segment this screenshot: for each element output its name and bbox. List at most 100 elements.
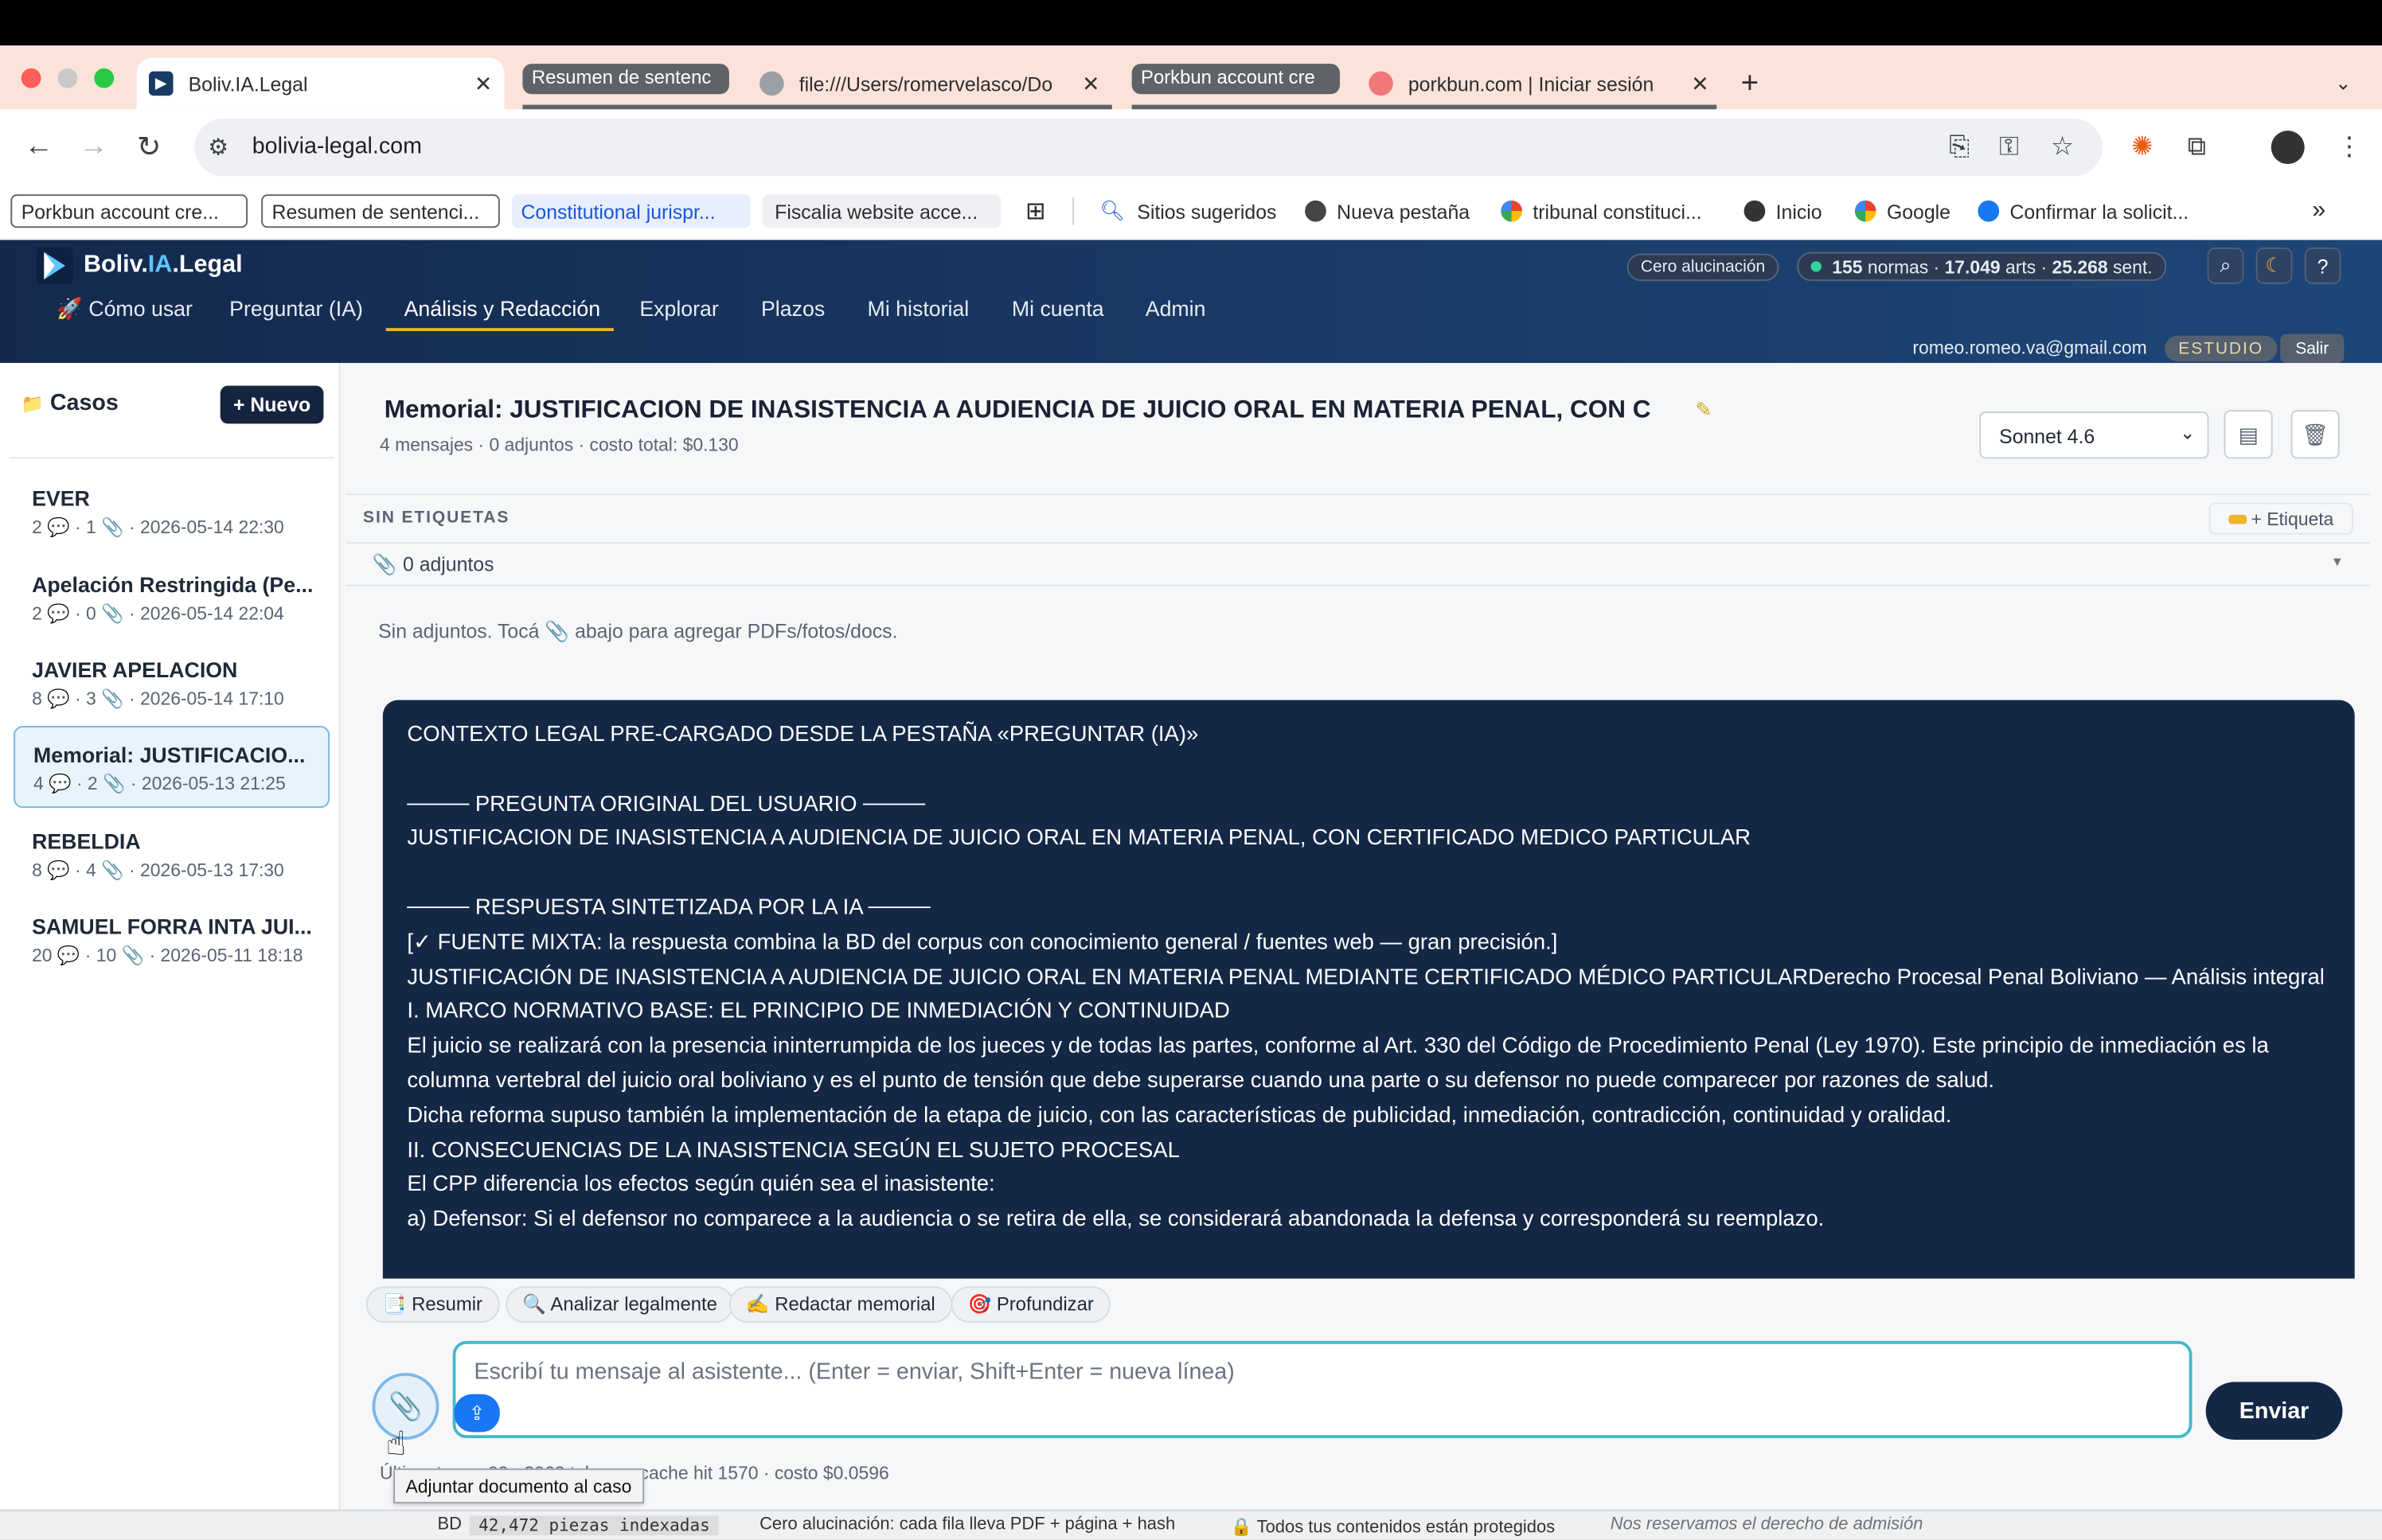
nav-mi-historial[interactable]: Mi historial xyxy=(868,296,970,321)
reload-icon[interactable]: ↻ xyxy=(137,131,161,166)
send-button[interactable]: Enviar xyxy=(2205,1382,2343,1440)
chrome-icon xyxy=(1305,200,1326,222)
case-meta: 8 💬 · 4 📎 · 2026-05-13 17:30 xyxy=(32,860,284,881)
message-line xyxy=(407,753,2330,788)
case-title: Apelación Restringida (Pe... xyxy=(32,572,314,597)
upload-arrow-icon[interactable]: ⇪ xyxy=(454,1394,500,1433)
case-item-selected[interactable]: Memorial: JUSTIFICACIO... 4 💬 · 2 📎 · 202… xyxy=(14,726,330,809)
logout-button[interactable]: Salir xyxy=(2280,333,2345,364)
bookmark-google[interactable]: Google xyxy=(1854,194,1951,228)
new-tab-button[interactable]: + xyxy=(1741,58,1778,110)
close-tab-icon[interactable]: ✕ xyxy=(474,71,492,96)
tab-group-porkbun[interactable]: Porkbun account cre xyxy=(1131,64,1340,95)
save-icon[interactable]: ▤ xyxy=(2224,410,2273,459)
google-icon xyxy=(1501,200,1522,222)
case-item[interactable]: Apelación Restringida (Pe... 2 💬 · 0 📎 · … xyxy=(14,557,330,639)
apps-grid-icon[interactable]: ⊞ xyxy=(1025,194,1046,228)
case-item[interactable]: SAMUEL FORRA INTA JUI... 20 💬 · 10 📎 · 20… xyxy=(14,899,330,981)
bookmark-star-icon[interactable]: ☆ xyxy=(2051,132,2074,162)
password-key-icon[interactable]: ⚿ xyxy=(1999,132,2019,162)
more-bookmarks-button[interactable]: » xyxy=(2312,194,2325,228)
attachments-toggle[interactable]: 📎 0 adjuntos xyxy=(372,553,494,578)
dark-mode-moon-icon[interactable]: ☾ xyxy=(2255,248,2293,284)
boliv-logo-icon xyxy=(36,248,73,284)
minimize-window-button[interactable] xyxy=(57,68,78,88)
message-input[interactable] xyxy=(474,1359,2161,1386)
message-line: a) Defensor: Si el defensor no comparece… xyxy=(407,1207,1825,1232)
tab-boliv-ia-legal[interactable]: ▶ Boliv.IA.Legal ✕ xyxy=(136,57,505,110)
tab-file[interactable]: file:///Users/romervelasco/Do ✕ xyxy=(748,58,1112,110)
nav-explorar[interactable]: Explorar xyxy=(639,296,718,321)
bookmark-nueva-pestana[interactable]: Nueva pestaña xyxy=(1305,194,1470,228)
deepen-button[interactable]: 🎯 Profundizar xyxy=(951,1286,1111,1324)
bookmark-label: Nueva pestaña xyxy=(1337,199,1470,223)
bookmark-confirmar[interactable]: Confirmar la solicit... xyxy=(1978,194,2189,228)
case-title: REBELDIA xyxy=(32,828,141,854)
nav-analisis-redaccion[interactable]: Análisis y Redacción xyxy=(404,296,600,321)
message-line: I. MARCO NORMATIVO BASE: EL PRINCIPIO DE… xyxy=(407,1000,1230,1024)
profile-avatar[interactable] xyxy=(2271,131,2305,165)
draft-memorial-button[interactable]: ✍️ Redactar memorial xyxy=(728,1286,952,1324)
install-app-icon[interactable]: ⎘ xyxy=(1949,132,1970,162)
model-select[interactable]: Sonnet 4.6 ⌄ xyxy=(1979,411,2209,459)
url-text[interactable]: bolivia-legal.com xyxy=(252,134,422,159)
bookmark-resumen[interactable]: Resumen de sentenci... xyxy=(261,194,500,228)
app-brand[interactable]: Boliv.IA.Legal xyxy=(84,252,243,279)
address-bar[interactable] xyxy=(194,118,2103,177)
close-tab-icon[interactable]: ✕ xyxy=(1082,71,1099,96)
case-meta: 20 💬 · 10 📎 · 2026-05-11 18:18 xyxy=(32,944,303,966)
message-line: CONTEXTO LEGAL PRE-CARGADO DESDE LA PEST… xyxy=(407,723,1199,747)
analyze-button[interactable]: 🔍 Analizar legalmente xyxy=(506,1286,734,1324)
divider xyxy=(346,542,2370,544)
bookmark-inicio[interactable]: Inicio xyxy=(1744,194,1822,228)
case-item[interactable]: REBELDIA 8 💬 · 4 📎 · 2026-05-13 17:30 xyxy=(14,814,330,896)
new-case-button[interactable]: + Nuevo xyxy=(220,385,324,424)
site-settings-icon[interactable]: ⚙ xyxy=(208,134,228,161)
message-input-box[interactable] xyxy=(452,1340,2193,1439)
edit-pencil-icon[interactable]: ✎ xyxy=(1696,398,1712,423)
case-title-heading: Memorial: JUSTIFICACION DE INASISTENCIA … xyxy=(384,396,1651,424)
help-button[interactable]: ? xyxy=(2304,248,2341,284)
bookmark-label: Google xyxy=(1886,199,1951,223)
tab-group-resumen[interactable]: Resumen de sentenc xyxy=(522,64,729,95)
trash-icon[interactable]: 🗑︎ xyxy=(2290,410,2340,459)
active-nav-underline xyxy=(385,328,614,331)
message-line xyxy=(407,857,2330,892)
boliv-logo-icon: ▶ xyxy=(148,71,174,96)
model-select-value: Sonnet 4.6 xyxy=(1999,425,2095,448)
nav-mi-cuenta[interactable]: Mi cuenta xyxy=(1012,296,1104,321)
case-item[interactable]: JAVIER APELACION 8 💬 · 3 📎 · 2026-05-14 1… xyxy=(14,642,330,724)
bookmark-fiscalia[interactable]: Fiscalia website acce... xyxy=(762,194,1002,228)
nav-como-usar[interactable]: 🚀 Cómo usar xyxy=(57,296,193,322)
search-icon[interactable]: ⌕ xyxy=(2207,248,2244,284)
bookmark-tribunal[interactable]: tribunal constituci... xyxy=(1501,194,1702,228)
tab-porkbun[interactable]: porkbun.com | Iniciar sesión ✕ xyxy=(1357,58,1721,110)
nav-plazos[interactable]: Plazos xyxy=(761,296,825,321)
expand-caret-icon[interactable]: ▾ xyxy=(2333,554,2341,571)
bookmark-sitios[interactable]: 🔍︎ Sitios sugeridos xyxy=(1100,194,1277,228)
extensions-puzzle-icon[interactable]: ⧉ xyxy=(2188,132,2206,162)
tab-search-chevron-icon[interactable]: ⌄ xyxy=(2335,58,2365,110)
maximize-window-button[interactable] xyxy=(94,68,115,88)
forward-arrow-icon[interactable]: → xyxy=(79,131,107,164)
kebab-menu-icon[interactable]: ⋮ xyxy=(2337,132,2362,162)
nav-preguntar[interactable]: Preguntar (IA) xyxy=(229,296,363,321)
bookmark-constitutional[interactable]: Constitutional jurispr... xyxy=(512,194,751,228)
porkbun-icon xyxy=(1369,71,1393,96)
bookmark-porkbun[interactable]: Porkbun account cre... xyxy=(10,194,248,228)
claude-extension-icon[interactable]: ✺ xyxy=(2131,132,2153,162)
zero-hallucination-note: Cero alucinación: cada fila lleva PDF + … xyxy=(760,1515,1176,1534)
divider xyxy=(346,493,2370,496)
sent-count: 25.268 xyxy=(2052,255,2108,278)
close-tab-icon[interactable]: ✕ xyxy=(1691,71,1708,96)
add-tag-button[interactable]: + Etiqueta xyxy=(2208,502,2353,535)
case-item[interactable]: EVER 2 💬 · 1 📎 · 2026-05-14 22:30 xyxy=(14,471,330,553)
plan-badge: ESTUDIO xyxy=(2165,335,2278,362)
protected-note: 🔒 Todos tus contenidos están protegidos xyxy=(1230,1519,1556,1538)
summarize-button[interactable]: 📑 Resumir xyxy=(365,1286,499,1324)
message-line: ──── PREGUNTA ORIGINAL DEL USUARIO ──── xyxy=(407,792,925,817)
close-window-button[interactable] xyxy=(21,68,41,88)
case-title: Memorial: JUSTIFICACIO... xyxy=(33,743,306,767)
back-arrow-icon[interactable]: ← xyxy=(25,131,53,164)
nav-admin[interactable]: Admin xyxy=(1146,296,1206,321)
